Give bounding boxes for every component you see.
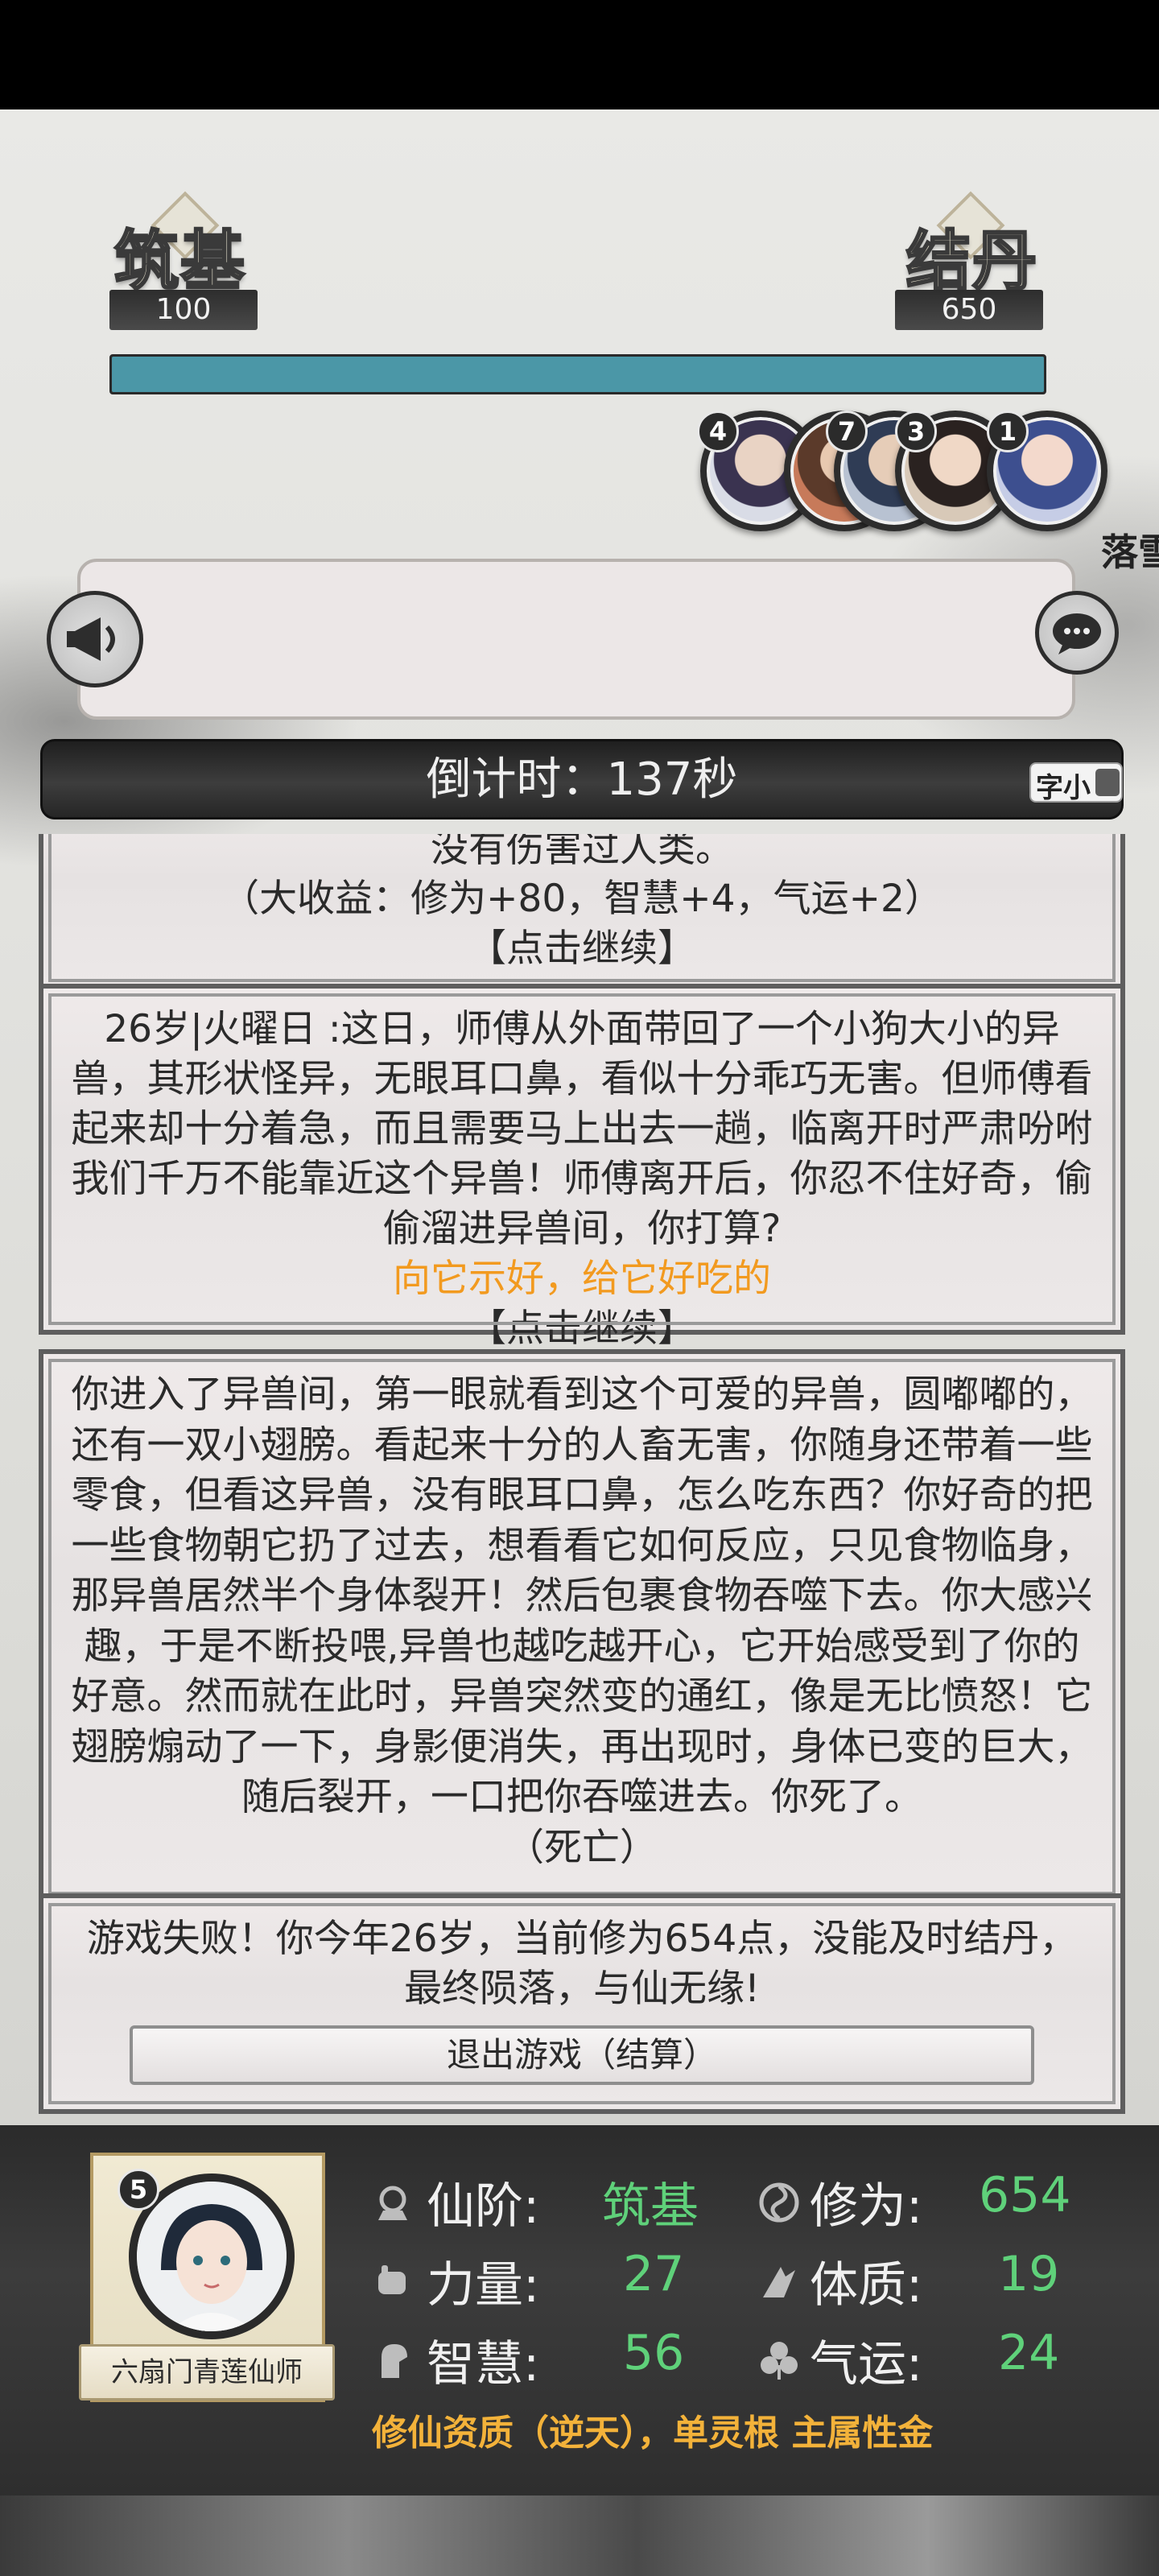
stat-label: 气运: <box>810 2336 923 2392</box>
stat-label: 力量: <box>427 2257 540 2314</box>
next-realm-title: 结丹 <box>905 222 1038 300</box>
level-badge: 5 <box>118 2169 159 2211</box>
event-text: 你进入了异兽间，第一眼就看到这个可爱的异兽，圆嘟嘟的，还有一双小翅膀。看起来十分… <box>71 1373 1093 1819</box>
luck-icon <box>761 2342 798 2380</box>
stat-label: 智慧: <box>427 2336 540 2392</box>
avatar-badge: 3 <box>895 411 937 452</box>
chat-button[interactable] <box>1035 591 1119 675</box>
countdown-timer: 倒计时：137秒 <box>426 753 738 806</box>
continue-link[interactable]: 【点击继续】 <box>71 924 1093 974</box>
cultivation-progress-fill <box>112 357 1044 392</box>
character-name: 六扇门青莲仙师 <box>79 2344 335 2401</box>
stat-label: 仙阶: <box>427 2178 540 2235</box>
current-realm-title: 筑基 <box>113 222 246 300</box>
next-realm-score: 650 <box>895 290 1043 330</box>
status-bar <box>0 0 1159 109</box>
announcement-panel <box>77 559 1075 720</box>
realm-icon <box>378 2186 407 2220</box>
log-card[interactable]: 26岁|火曜日 :这日，师傅从外面带回了一个小狗大小的异兽，其形状怪异，无眼耳口… <box>39 984 1125 1351</box>
stat-value: 654 <box>979 2167 1071 2223</box>
constitution-icon <box>763 2267 795 2297</box>
stat-value: 27 <box>623 2246 685 2302</box>
chosen-option[interactable]: 向它示好，给它好吃的 <box>71 1254 1093 1304</box>
log-card[interactable]: 你进入了异兽间，第一眼就看到这个可爱的异兽，圆嘟嘟的，还有一双小翅膀。看起来十分… <box>39 1349 1125 1905</box>
event-result: （死亡） <box>506 1825 658 1870</box>
bottom-decoration <box>0 2496 1159 2576</box>
character-portrait-icon <box>137 2182 287 2331</box>
continue-link[interactable]: 【点击继续】 <box>71 1304 1093 1354</box>
toggle-knob <box>1095 769 1120 796</box>
wisdom-icon <box>382 2344 407 2378</box>
announcement-button[interactable] <box>47 591 143 687</box>
stat-value: 19 <box>998 2246 1060 2302</box>
font-size-toggle-label: 字小 <box>1036 772 1091 804</box>
aptitude-text: 修仙资质（逆天），单灵根 主属性金 <box>372 2413 934 2454</box>
cultivation-icon <box>759 2182 799 2223</box>
stat-value: 筑基 <box>602 2178 699 2235</box>
stat-value: 56 <box>623 2325 685 2381</box>
stat-value: 24 <box>998 2325 1060 2381</box>
event-text: 26岁|火曜日 :这日，师傅从外面带回了一个小狗大小的异兽，其形状怪异，无眼耳口… <box>71 1007 1093 1251</box>
cultivation-progress-bar <box>109 354 1046 394</box>
log-text: 没有伤害过人类。 <box>431 834 733 871</box>
game-over-card: 游戏失败！你今年26岁，当前修为654点，没能及时结丹，最终陨落，与仙无缘! 退… <box>39 1893 1125 2114</box>
current-realm-score: 100 <box>109 290 258 330</box>
megaphone-icon <box>67 617 115 661</box>
countdown-bar: 倒计时：137秒 字小 <box>40 739 1124 819</box>
story-log[interactable]: 没有伤害过人类。 （大收益：修为+80，智慧+4，气运+2） 【点击继续】 26… <box>39 834 1125 2114</box>
stat-label: 体质: <box>810 2257 923 2314</box>
exit-game-button[interactable]: 退出游戏（结算） <box>130 2025 1034 2085</box>
avatar-badge: 1 <box>987 411 1029 452</box>
log-card[interactable]: 没有伤害过人类。 （大收益：修为+80，智慧+4，气运+2） 【点击继续】 <box>39 834 1125 992</box>
character-panel: 5 六扇门青莲仙师 仙阶: 筑基 修为: 654 力量: 27 体质: 19 智… <box>0 2125 1159 2496</box>
game-over-text: 游戏失败！你今年26岁，当前修为654点，没能及时结丹，最终陨落，与仙无缘! <box>86 1917 1078 2011</box>
side-character-name: 落雪 <box>1101 530 1159 574</box>
chat-bubble-icon <box>1053 613 1101 654</box>
font-size-toggle[interactable]: 字小 <box>1029 762 1123 804</box>
avatar-badge: 7 <box>826 411 868 452</box>
stat-label: 修为: <box>810 2178 923 2235</box>
strength-icon <box>378 2265 406 2294</box>
log-text: （大收益：修为+80，智慧+4，气运+2） <box>221 877 942 921</box>
avatar-badge: 4 <box>697 411 739 452</box>
